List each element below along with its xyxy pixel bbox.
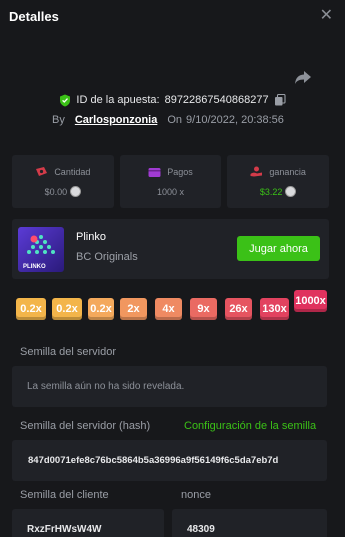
bet-author-row: By Carlosponzonia On 9/10/2022, 20:38:56 [52,112,284,128]
server-seed-label: Semilla del servidor [20,346,116,358]
play-now-button[interactable]: Jugar ahora [237,236,320,261]
stat-payout: Pagos 1000 x [119,155,222,208]
client-seed-field[interactable]: RxzFrHWsW4W [12,509,164,537]
plinko-logo: PLINKO [18,227,64,272]
multiplier-bucket: 2x [120,298,147,320]
nonce-label: nonce [181,489,211,501]
copy-icon[interactable] [274,94,286,106]
modal-header: Detalles ✕ [0,0,345,32]
bet-id-row: ID de la apuesta: 89722867540868277 [0,92,345,108]
server-hash-label: Semilla del servidor (hash) [20,420,151,432]
game-name[interactable]: Plinko [76,231,106,243]
modal-title: Detalles [9,8,59,24]
bet-id-label: ID de la apuesta: [76,94,160,106]
multiplier-row: 0.2x 0.2x 0.2x 2x 4x 9x 26x 130x 1000x [14,290,330,320]
multiplier-bucket: 9x [190,298,217,320]
bet-id-value: 89722867540868277 [164,94,269,106]
money-icon [36,167,48,176]
multiplier-bucket: 0.2x [88,298,114,320]
game-thumbnail[interactable]: PLINKO [18,227,64,272]
stat-amount: Cantidad $0.00 [12,155,114,208]
nonce-field[interactable]: 48309 [172,509,327,537]
user-link[interactable]: Carlosponzonia [75,114,158,126]
multiplier-bucket: 130x [260,298,289,320]
share-icon[interactable] [294,69,312,85]
multiplier-bucket: 26x [225,298,252,320]
client-seed-label: Semilla del cliente [20,489,109,501]
coin-icon [285,186,297,197]
bet-stats: Cantidad $0.00 Pagos 1000 x ganancia $3.… [12,155,330,208]
wallet-icon [148,167,161,177]
game-provider: BC Originals [76,251,138,263]
multiplier-bucket: 4x [155,298,182,320]
stat-payout-value: 1000 x [156,186,185,197]
by-label: By [52,114,65,126]
seed-config-link[interactable]: Configuración de la semilla [184,420,316,432]
stat-amount-value: $0.00 [44,186,68,197]
shield-check-icon [60,94,71,106]
coin-icon [70,186,82,197]
hand-coin-icon [250,166,263,177]
server-seed-field[interactable]: La semilla aún no ha sido revelada. [12,366,327,407]
stat-payout-label: Pagos [167,167,193,177]
multiplier-bucket: 1000x [294,290,327,312]
stat-profit: ganancia $3.22 [227,155,330,208]
game-card: PLINKO Plinko BC Originals Jugar ahora [12,219,329,279]
bet-date: 9/10/2022, 20:38:56 [186,114,284,126]
stat-amount-label: Cantidad [54,166,91,177]
server-hash-field[interactable]: 847d0071efe8c76bc5864b5a36996a9f56149f6c… [12,440,327,481]
multiplier-bucket: 0.2x [16,298,46,320]
svg-text:PLINKO: PLINKO [23,264,46,270]
multiplier-bucket: 0.2x [52,298,82,320]
stat-profit-value: $3.22 [259,186,283,197]
stat-profit-label: ganancia [269,166,306,177]
on-label: On [167,114,183,126]
close-icon[interactable]: ✕ [320,8,333,24]
